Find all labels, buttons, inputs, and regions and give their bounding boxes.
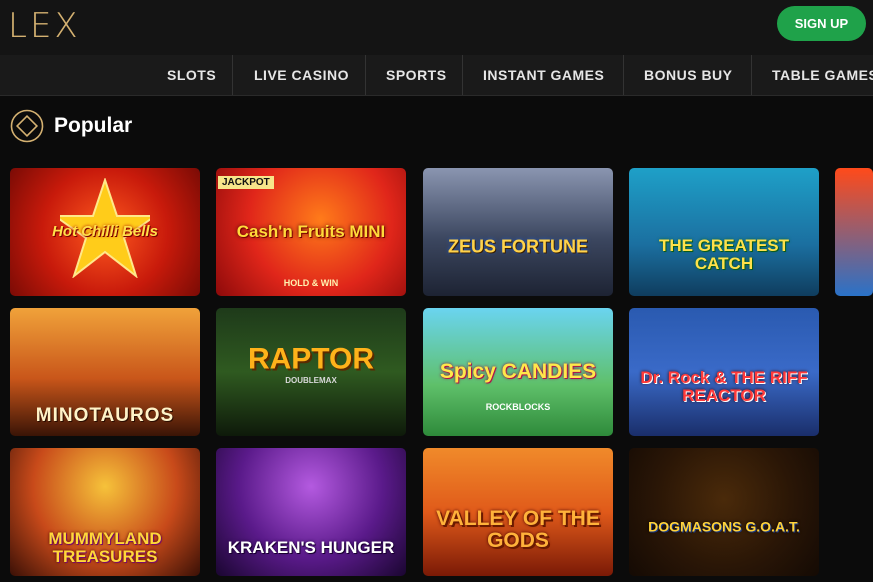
category-nav: SLOTS LIVE CASINO SPORTS INSTANT GAMES B… — [0, 55, 873, 96]
top-bar: LEX SIGN UP — [0, 0, 873, 55]
game-title: MINOTAUROS — [35, 404, 175, 426]
nav-item-bonus-buy[interactable]: BONUS BUY — [644, 55, 733, 95]
nav-item-live-casino[interactable]: LIVE CASINO — [254, 55, 349, 95]
game-tile-hot-chilli-bells[interactable]: Hot Chilli Bells — [10, 168, 200, 296]
nav-item-table-games[interactable]: TABLE GAMES — [772, 55, 873, 95]
nav-divider — [365, 55, 366, 95]
game-tile-valley-of-the-gods[interactable]: VALLEY OF THE GODS — [423, 448, 613, 576]
nav-item-slots[interactable]: SLOTS — [167, 55, 216, 95]
nav-item-instant-games[interactable]: INSTANT GAMES — [483, 55, 604, 95]
game-title: ZEUS FORTUNE — [447, 236, 588, 257]
nav-divider — [232, 55, 233, 95]
game-title: VALLEY OF THE GODS — [436, 506, 600, 552]
game-tile-krakens-hunger[interactable]: KRAKEN'S HUNGER — [216, 448, 406, 576]
game-title: MUMMYLAND TREASURES — [48, 528, 162, 566]
game-tile-spicy-candies[interactable]: Spicy CANDIES ROCKBLOCKS — [423, 308, 613, 436]
nav-divider — [623, 55, 624, 95]
nav-item-sports[interactable]: SPORTS — [386, 55, 447, 95]
game-title: Dr. Rock & THE RIFF REACTOR — [640, 368, 808, 406]
game-title: KRAKEN'S HUNGER — [227, 537, 395, 557]
game-tile-raptor[interactable]: RAPTOR DOUBLEMAX — [216, 308, 406, 436]
site-logo[interactable]: LEX — [8, 6, 81, 46]
game-title: Hot Chilli Bells — [52, 223, 158, 241]
game-tile-zeus-fortune[interactable]: ZEUS FORTUNE — [423, 168, 613, 296]
game-tile-partial[interactable] — [835, 168, 873, 296]
jackpot-badge: JACKPOT — [218, 176, 274, 189]
game-subtitle: DOUBLEMAX — [285, 376, 337, 385]
game-title: Cash'n Fruits MINI — [236, 222, 386, 242]
game-subtitle: HOLD & WIN — [283, 278, 339, 288]
game-title: THE GREATEST CATCH — [658, 236, 790, 274]
game-tile-the-riff-reactor[interactable]: Dr. Rock & THE RIFF REACTOR — [629, 308, 819, 436]
game-tile-minotauros[interactable]: MINOTAUROS — [10, 308, 200, 436]
game-tile-cash-n-fruits[interactable]: JACKPOT Cash'n Fruits MINI HOLD & WIN — [216, 168, 406, 296]
game-tile-the-greatest-catch[interactable]: THE GREATEST CATCH — [629, 168, 819, 296]
game-subtitle: ROCKBLOCKS — [485, 402, 551, 412]
game-title: Spicy CANDIES — [439, 359, 597, 383]
popular-icon — [10, 109, 44, 143]
sign-up-button[interactable]: SIGN UP — [777, 6, 866, 41]
game-tile-mummyland-treasures[interactable]: MUMMYLAND TREASURES — [10, 448, 200, 576]
nav-divider — [751, 55, 752, 95]
game-tile-dogmasons-goat[interactable]: DOGMASONS G.O.A.T. — [629, 448, 819, 576]
game-title: DOGMASONS G.O.A.T. — [648, 519, 800, 536]
nav-divider — [462, 55, 463, 95]
popular-section-header: Popular — [10, 108, 132, 144]
section-title: Popular — [54, 114, 133, 137]
game-title: RAPTOR — [247, 342, 375, 376]
